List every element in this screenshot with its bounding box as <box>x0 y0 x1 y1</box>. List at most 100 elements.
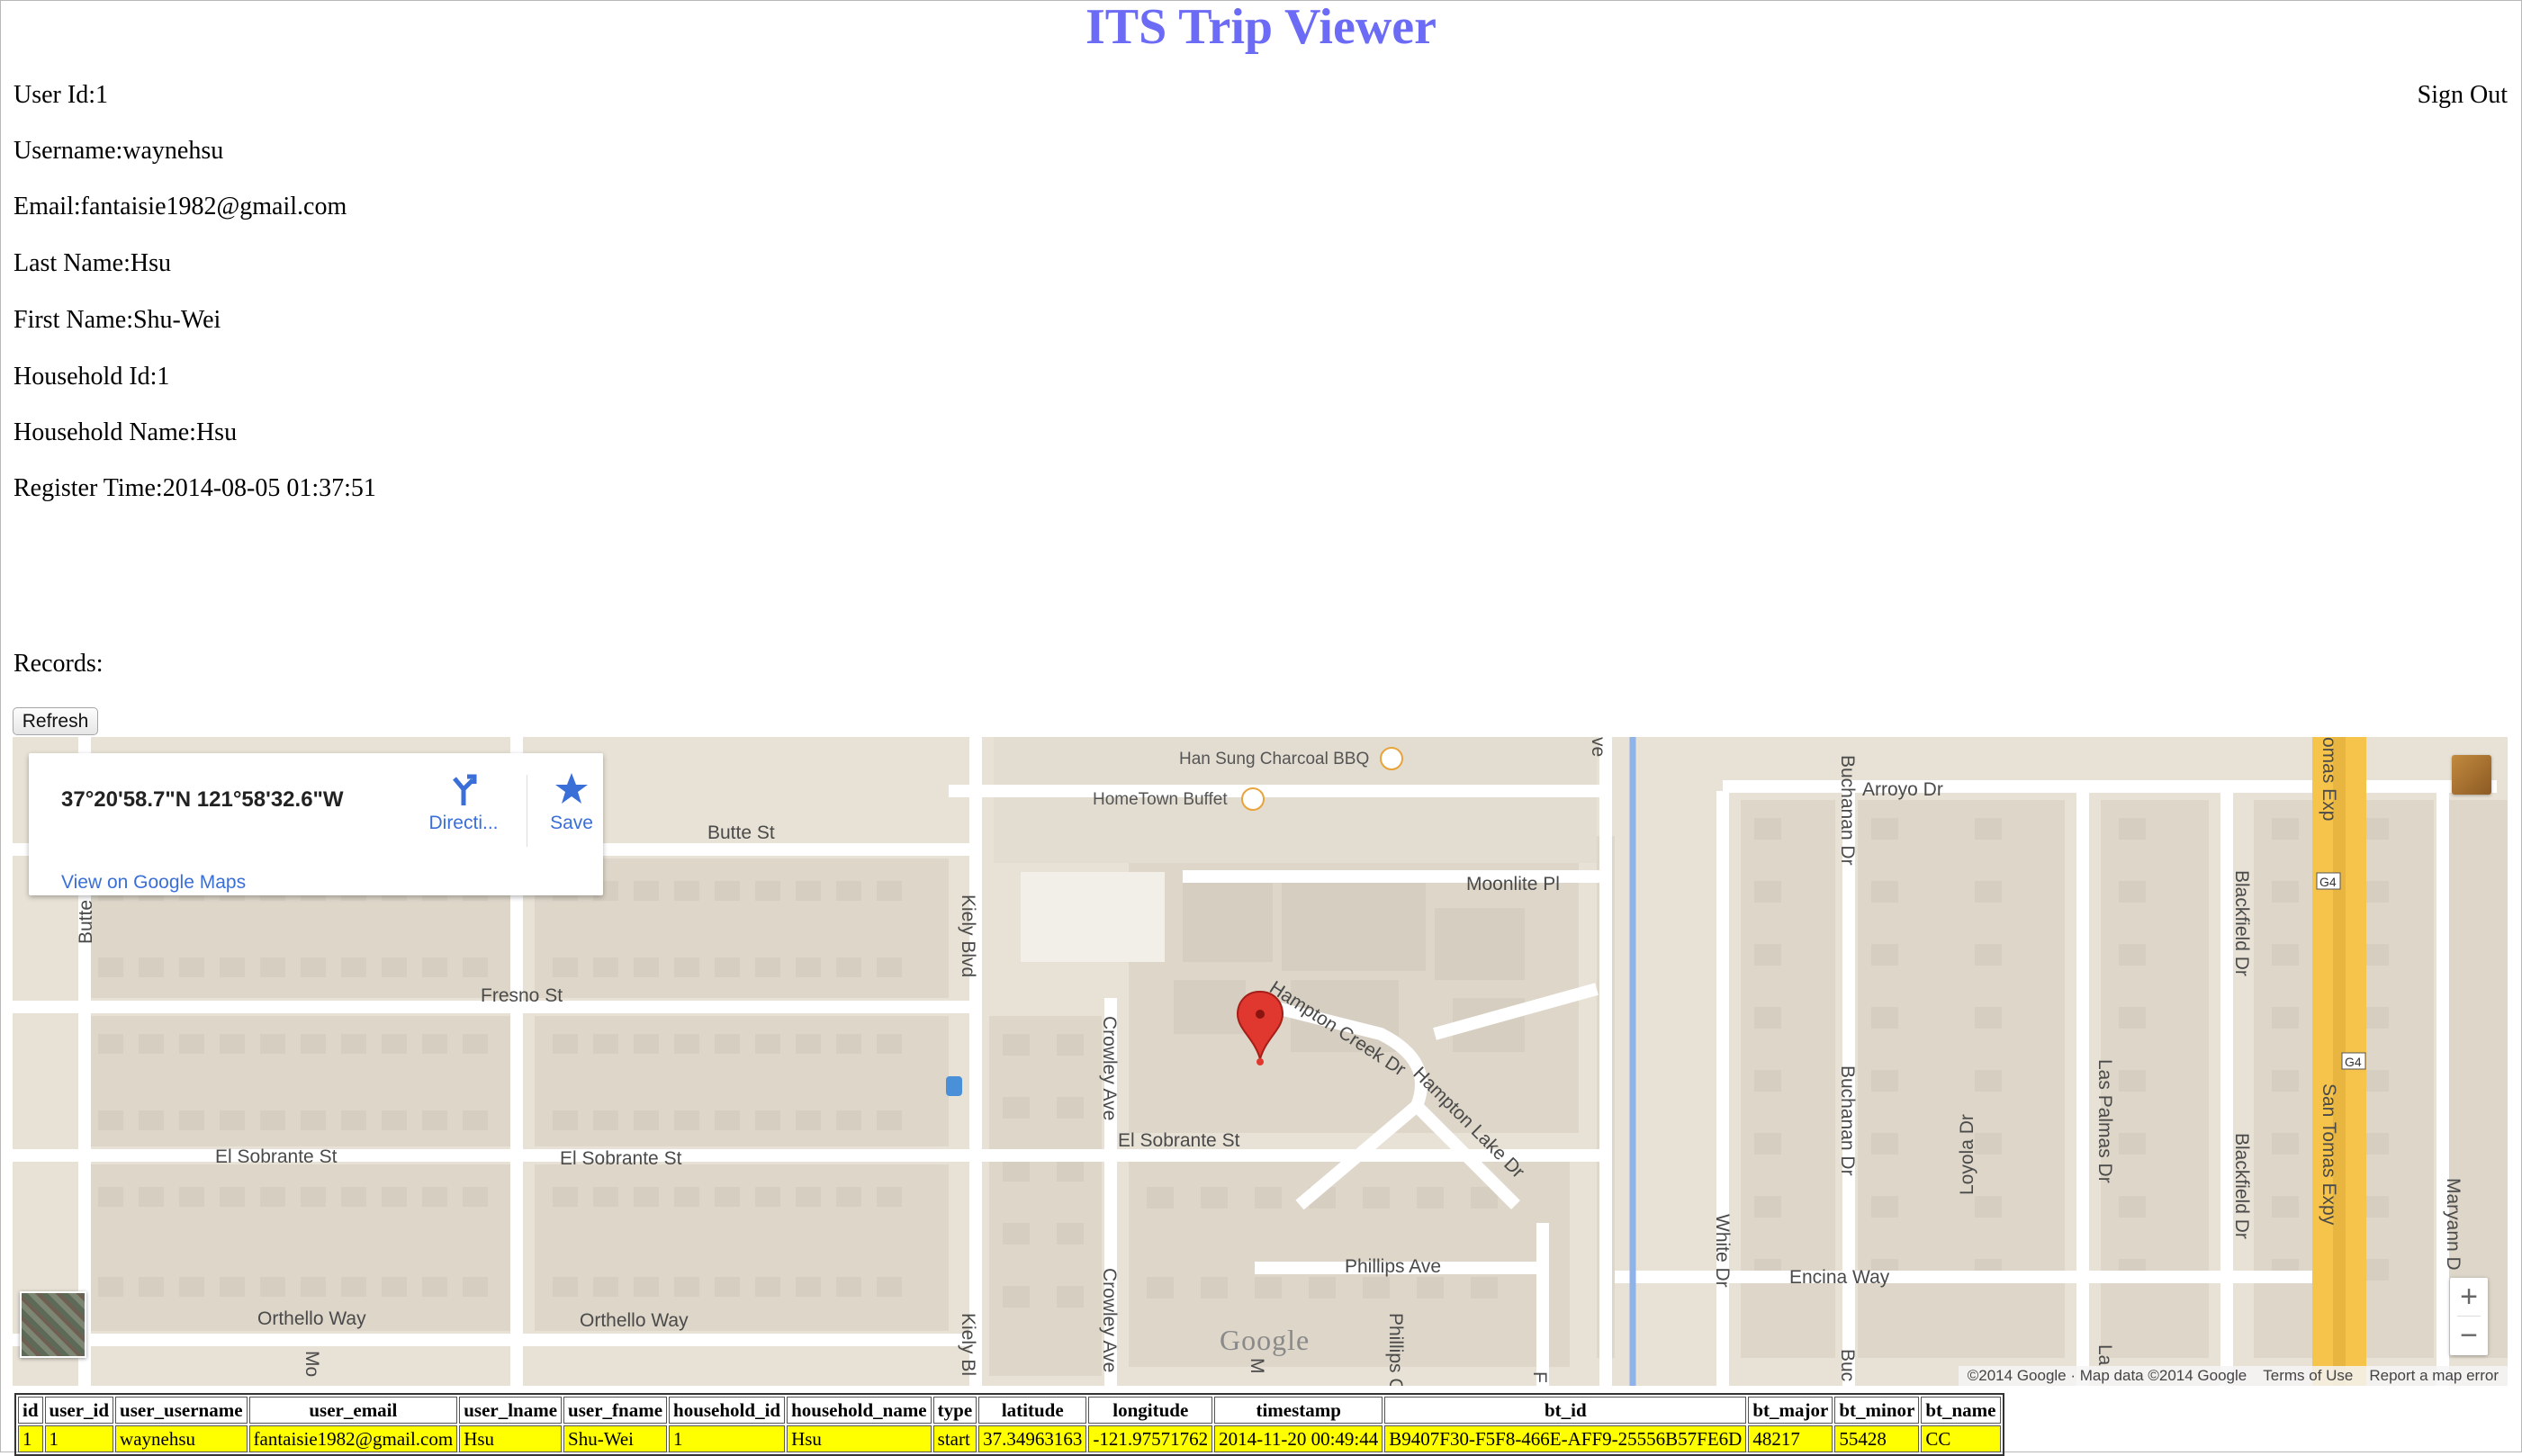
column-header-id: id <box>18 1397 43 1424</box>
table-cell-bt-id: B9407F30-F5F8-466E-AFF9-25556B57FE6D <box>1384 1425 1747 1452</box>
street-fresno-st: Fresno St <box>481 985 563 1006</box>
column-header-household-name: household_name <box>787 1397 932 1424</box>
street-butte-st: Butte St <box>707 822 775 843</box>
poi-hometown-buffet: HomeTown Buffet <box>1093 790 1228 809</box>
street-san-tomas-2: San Tomas Expy <box>2319 1083 2339 1226</box>
table-cell-longitude: -121.97571762 <box>1088 1425 1213 1452</box>
street-mo: Mo <box>302 1351 322 1377</box>
column-header-bt-name: bt_name <box>1921 1397 2001 1424</box>
street-buchanan-2: Buchanan Dr <box>1837 1065 1858 1176</box>
street-butte-vertical: Butte <box>76 900 96 944</box>
street-blackfield-1: Blackfield Dr <box>2231 870 2252 976</box>
street-view-pegman-icon[interactable] <box>2452 755 2491 795</box>
column-header-user-fname: user_fname <box>563 1397 668 1424</box>
street-el-sobrante-2: El Sobrante St <box>560 1148 682 1169</box>
map-copyright: ©2014 Google · Map data ©2014 Google <box>1967 1367 2247 1384</box>
street-m: M <box>1247 1358 1267 1374</box>
street-arroyo-dr: Arroyo Dr <box>1862 779 1943 800</box>
register-time: Register Time:2014-08-05 01:37:51 <box>14 474 376 502</box>
street-maryann-dr: Maryann D <box>2443 1178 2463 1271</box>
street-phillips-ave: Phillips Ave <box>1345 1256 1441 1277</box>
terms-of-use-link[interactable]: Terms of Use <box>2263 1367 2353 1384</box>
route-shield-g4-b: G4 <box>2345 1055 2362 1069</box>
bus-stop-icon <box>946 1076 962 1096</box>
refresh-button[interactable]: Refresh <box>13 707 98 735</box>
table-cell-user-username: waynehsu <box>115 1425 248 1452</box>
save-button[interactable]: Save <box>536 769 608 834</box>
street-orthello-2: Orthello Way <box>580 1310 689 1331</box>
table-cell-id: 1 <box>18 1425 43 1452</box>
first-name: First Name:Shu-Wei <box>14 306 221 334</box>
map-view[interactable]: Butte St Butte Fresno St El Sobrante St … <box>13 737 2508 1386</box>
street-moonlite-pl: Moonlite Pl <box>1466 874 1560 894</box>
column-header-timestamp: timestamp <box>1214 1397 1383 1424</box>
table-cell-bt-name: CC <box>1921 1425 2001 1452</box>
table-row: 1 1 waynehsu fantaisie1982@gmail.com Hsu Shu-… <box>18 1425 2001 1452</box>
email: Email:fantaisie1982@gmail.com <box>14 193 347 220</box>
street-buchanan-1: Buchanan Dr <box>1837 755 1858 866</box>
page-title: ITS Trip Viewer <box>1085 0 1437 55</box>
table-cell-user-email: fantaisie1982@gmail.com <box>248 1425 458 1452</box>
column-header-type: type <box>932 1397 977 1424</box>
column-header-bt-major: bt_major <box>1748 1397 1833 1424</box>
street-buchanan-3: Buc <box>1837 1349 1858 1381</box>
sign-out-link[interactable]: Sign Out <box>2418 81 2508 110</box>
view-on-google-maps-link[interactable]: View on Google Maps <box>61 872 246 894</box>
street-las-palmas-dr: Las Palmas Dr <box>2094 1059 2115 1183</box>
restaurant-icon <box>1241 787 1265 811</box>
table-cell-household-id: 1 <box>669 1425 786 1452</box>
street-san-tomas-1: omas Exp <box>2319 737 2339 821</box>
records-table: id user_id user_username user_email user_lna… <box>14 1393 2004 1456</box>
street-kiely-2: Kiely Bl <box>958 1313 978 1376</box>
report-map-error-link[interactable]: Report a map error <box>2369 1367 2499 1384</box>
table-header-row: id user_id user_username user_email user_lna… <box>18 1397 2001 1424</box>
column-header-bt-id: bt_id <box>1384 1397 1747 1424</box>
route-shield-g4-a: G4 <box>2319 875 2337 889</box>
household-id: Household Id:1 <box>14 363 170 391</box>
column-header-household-id: household_id <box>669 1397 786 1424</box>
table-cell-user-id: 1 <box>44 1425 114 1452</box>
table-cell-user-fname: Shu-Wei <box>563 1425 668 1452</box>
household-name: Household Name:Hsu <box>14 418 238 446</box>
table-cell-type: start <box>932 1425 977 1452</box>
username: Username:waynehsu <box>14 137 224 165</box>
street-el-sobrante-3: El Sobrante St <box>1118 1130 1240 1151</box>
street-blackfield-2: Blackfield Dr <box>2231 1133 2252 1239</box>
street-orthello-1: Orthello Way <box>257 1308 366 1329</box>
column-header-user-id: user_id <box>44 1397 114 1424</box>
directions-icon <box>414 769 513 813</box>
street-loyola-dr: Loyola Dr <box>1957 1114 1977 1195</box>
records-label: Records: <box>14 650 104 678</box>
street-kiely-1: Kiely Blvd <box>958 894 978 977</box>
directions-button[interactable]: Directi... <box>414 769 513 834</box>
table-cell-bt-minor: 55428 <box>1834 1425 1920 1452</box>
column-header-user-username: user_username <box>115 1397 248 1424</box>
street-el-sobrante-1: El Sobrante St <box>215 1146 338 1167</box>
google-logo: Google <box>1220 1324 1311 1356</box>
street-la: La <box>2094 1344 2115 1366</box>
table-cell-bt-major: 48217 <box>1748 1425 1833 1452</box>
map-footer: ©2014 Google · Map data ©2014 Google Term… <box>1958 1366 2508 1386</box>
user-id: User Id:1 <box>14 81 108 109</box>
restaurant-icon <box>1380 747 1403 770</box>
star-icon <box>536 769 608 813</box>
table-cell-latitude: 37.34963163 <box>978 1425 1087 1452</box>
save-label: Save <box>550 813 593 833</box>
zoom-out-button[interactable]: − <box>2450 1317 2488 1354</box>
column-header-longitude: longitude <box>1088 1397 1213 1424</box>
table-cell-household-name: Hsu <box>787 1425 932 1452</box>
street-white-dr: White Dr <box>1712 1214 1733 1288</box>
column-header-latitude: latitude <box>978 1397 1087 1424</box>
zoom-in-button[interactable]: + <box>2450 1278 2488 1316</box>
street-crowley-2: Crowley Ave <box>1099 1268 1120 1372</box>
column-header-bt-minor: bt_minor <box>1834 1397 1920 1424</box>
coordinates-text: 37°20'58.7"N 121°58'32.6"W <box>61 787 344 812</box>
street-phillips-vertical: Phillips C <box>1385 1313 1406 1386</box>
street-encina-way: Encina Way <box>1789 1267 1890 1288</box>
table-cell-user-lname: Hsu <box>459 1425 563 1452</box>
street-ve: ve <box>1588 737 1608 757</box>
directions-label: Directi... <box>428 813 499 833</box>
satellite-toggle[interactable] <box>20 1291 86 1358</box>
location-info-card: 37°20'58.7"N 121°58'32.6"W Directi... Sa… <box>29 753 603 895</box>
street-crowley-1: Crowley Ave <box>1099 1016 1120 1120</box>
